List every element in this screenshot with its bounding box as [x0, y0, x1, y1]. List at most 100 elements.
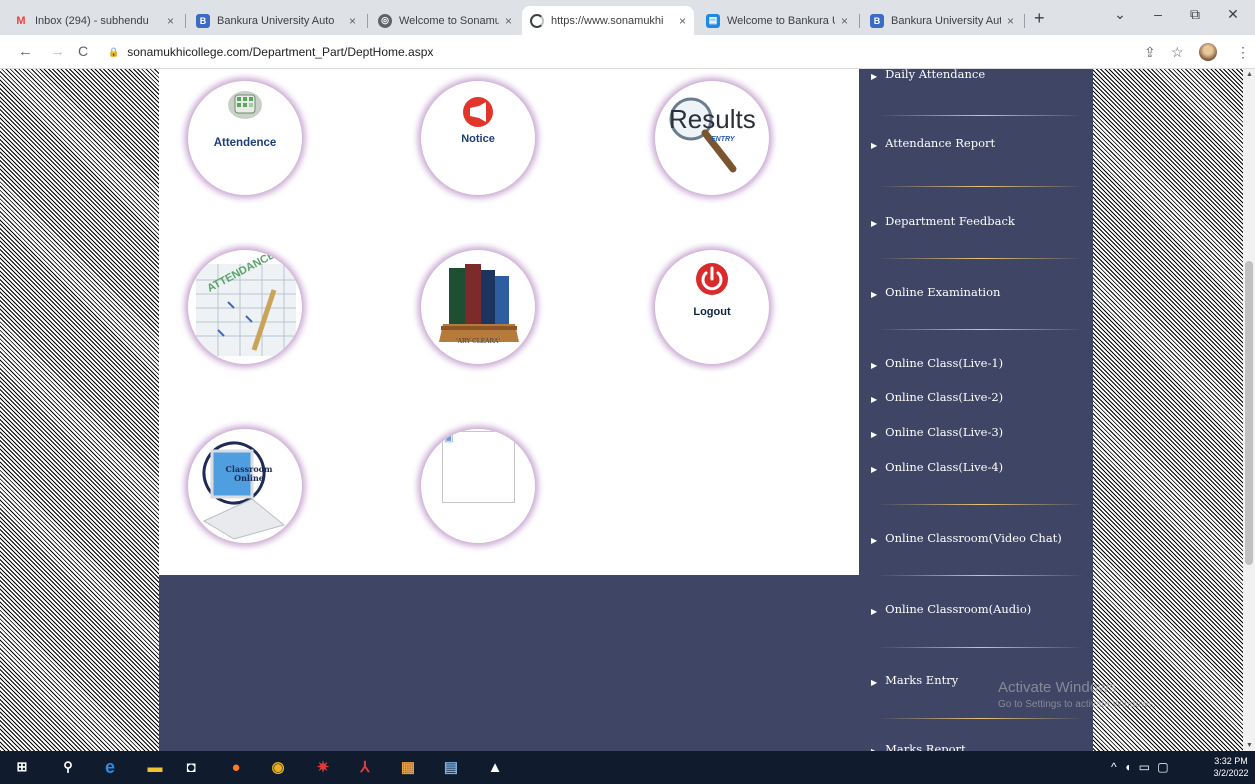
store-icon[interactable]: ◘	[181, 757, 201, 777]
url-text: sonamukhicollege.com/Department_Part/Dep…	[127, 45, 434, 59]
share-icon[interactable]: ⇪	[1144, 44, 1156, 61]
tab-close-icon[interactable]: ×	[349, 14, 356, 28]
tab-welcome-sonamukhi[interactable]: ◎ Welcome to Sonamukhi ×	[370, 6, 520, 35]
new-tab-button[interactable]: +	[1034, 8, 1045, 29]
notice-label: Notice	[461, 133, 495, 145]
tab-welcome-bankura[interactable]: ▤ Welcome to Bankura Un ×	[698, 6, 856, 35]
bookmark-star-icon[interactable]: ☆	[1171, 44, 1184, 61]
volume-icon[interactable]: ◖	[1124, 760, 1131, 774]
tab-title: Bankura University Auto	[891, 14, 1001, 27]
profile-avatar[interactable]	[1199, 43, 1217, 61]
page-scrollbar[interactable]: ▲ ▼	[1243, 69, 1255, 751]
menu-divider	[877, 504, 1085, 505]
loading-icon	[530, 13, 544, 28]
browser-tab-strip: M Inbox (294) - subhendu × B Bankura Uni…	[0, 0, 1255, 35]
tab-title: Inbox (294) - subhendu	[35, 14, 149, 27]
menu-online-class-live-1[interactable]: ▶ Online Class(Live-1)	[871, 356, 1003, 370]
library-clearance-tile[interactable]: 'ARY CLEARA'	[421, 250, 535, 364]
library-clearance-caption: 'ARY CLEARA'	[456, 338, 500, 345]
file-explorer-icon[interactable]: ▬	[145, 757, 165, 777]
photos-icon[interactable]: ▲	[485, 757, 505, 777]
network-icon[interactable]: ▭	[1139, 760, 1150, 774]
tab-close-icon[interactable]: ×	[679, 14, 686, 28]
blank-tile[interactable]: ▣	[421, 429, 535, 543]
menu-online-classroom-video-chat[interactable]: ▶ Online Classroom(Video Chat)	[871, 531, 1062, 545]
chrome-icon[interactable]: ◉	[268, 757, 288, 777]
scrollbar-thumb[interactable]	[1245, 261, 1253, 565]
bankura-university-icon: B	[870, 13, 884, 28]
menu-label: Online Class(Live-4)	[885, 460, 1004, 474]
tab-close-icon[interactable]: ×	[505, 14, 512, 28]
gmail-icon: M	[16, 14, 26, 27]
menu-department-feedback[interactable]: ▶ Department Feedback	[871, 214, 1015, 228]
tab-close-icon[interactable]: ×	[167, 14, 174, 28]
tab-search-icon[interactable]: ⌄	[1105, 6, 1135, 23]
clock-date: 3/2/2022	[1213, 768, 1249, 778]
classroom-online-tile[interactable]: Classroom Online	[188, 429, 302, 543]
register-sheet-icon: ATTENDANCE	[196, 250, 296, 356]
arrow-right-icon: ▶	[871, 535, 878, 545]
firefox-icon[interactable]: ●	[226, 757, 246, 777]
clock-time: 3:32 PM	[1214, 756, 1248, 766]
page-viewport: Attendence Notice Results ENTRY ATTENDAN…	[0, 69, 1255, 751]
menu-online-classroom-audio[interactable]: ▶ Online Classroom(Audio)	[871, 602, 1031, 616]
dashboard-panel: Attendence Notice Results ENTRY ATTENDAN…	[159, 69, 859, 575]
reload-icon[interactable]: C	[78, 43, 88, 59]
attendance-tile[interactable]: Attendence	[188, 81, 302, 195]
edge-icon[interactable]: e	[100, 757, 120, 777]
url-field[interactable]: 🔒 sonamukhicollege.com/Department_Part/D…	[108, 40, 1108, 64]
bankura-university-icon: B	[196, 13, 210, 28]
menu-online-class-live-2[interactable]: ▶ Online Class(Live-2)	[871, 390, 1003, 404]
tab-gmail[interactable]: M Inbox (294) - subhendu ×	[6, 6, 182, 35]
notepad-icon[interactable]: ▤	[441, 757, 461, 777]
arrow-right-icon: ▶	[871, 429, 878, 439]
menu-label: Online Examination	[885, 285, 1001, 299]
search-icon[interactable]: ⚲	[58, 757, 78, 777]
menu-online-examination[interactable]: ▶ Online Examination	[871, 285, 1000, 299]
tab-bankura-university-2[interactable]: B Bankura University Auto ×	[862, 6, 1022, 35]
watermark-title: Activate Windows	[998, 679, 1117, 696]
app-tile-icon[interactable]: ▦	[398, 757, 418, 777]
tab-title: Welcome to Bankura Un	[727, 14, 835, 27]
chevron-up-icon[interactable]: ^	[1111, 760, 1117, 774]
forward-arrow-icon[interactable]: →	[50, 43, 65, 60]
menu-online-class-live-4[interactable]: ▶ Online Class(Live-4)	[871, 460, 1003, 474]
notification-icon[interactable]: ▢	[1157, 760, 1168, 774]
tab-title: Bankura University Auto	[217, 14, 335, 27]
menu-marks-report[interactable]: ▶ Marks Report	[871, 742, 966, 751]
attendance-register-tile[interactable]: ATTENDANCE	[188, 250, 302, 364]
acrobat-icon[interactable]: ⅄	[355, 757, 375, 777]
arrow-right-icon: ▶	[871, 289, 878, 299]
menu-daily-attendance[interactable]: ▶ Daily Attendance	[871, 69, 985, 81]
tab-close-icon[interactable]: ×	[1007, 14, 1014, 28]
arrow-right-icon: ▶	[871, 606, 878, 616]
close-window-icon[interactable]: ✕	[1218, 6, 1248, 23]
tab-close-icon[interactable]: ×	[841, 14, 848, 28]
back-arrow-icon[interactable]: ←	[18, 43, 33, 60]
scroll-down-icon[interactable]: ▼	[1246, 742, 1253, 749]
attendance-label: Attendence	[213, 137, 277, 149]
tab-title: https://www.sonamukhi	[551, 14, 664, 27]
app-icon[interactable]: ✷	[313, 757, 333, 777]
windows-start-icon[interactable]: ⊞	[12, 757, 32, 777]
logout-tile[interactable]: Logout	[655, 250, 769, 364]
tab-bankura-university[interactable]: B Bankura University Auto ×	[188, 6, 364, 35]
taskbar-clock[interactable]: 3:32 PM 3/2/2022	[1210, 755, 1252, 779]
magnifier-icon: Results ENTRY	[669, 97, 756, 173]
more-menu-icon[interactable]: ⋮	[1236, 44, 1250, 61]
menu-divider	[877, 329, 1085, 330]
menu-label: Online Class(Live-3)	[885, 425, 1004, 439]
entry-text: ENTRY	[711, 136, 736, 143]
tab-separator	[859, 14, 860, 28]
menu-marks-entry[interactable]: ▶ Marks Entry	[871, 673, 958, 687]
results-entry-tile[interactable]: Results ENTRY	[655, 81, 769, 195]
menu-attendance-report[interactable]: ▶ Attendance Report	[871, 136, 995, 150]
menu-label: Attendance Report	[885, 136, 996, 150]
menu-label: Marks Report	[885, 742, 966, 751]
restore-icon[interactable]: ⧉	[1180, 6, 1210, 23]
notice-tile[interactable]: Notice	[421, 81, 535, 195]
menu-online-class-live-3[interactable]: ▶ Online Class(Live-3)	[871, 425, 1003, 439]
scroll-up-icon[interactable]: ▲	[1246, 71, 1253, 78]
tab-active-sonamukhi[interactable]: https://www.sonamukhi ×	[522, 6, 694, 35]
minimize-icon[interactable]: –	[1143, 6, 1173, 22]
